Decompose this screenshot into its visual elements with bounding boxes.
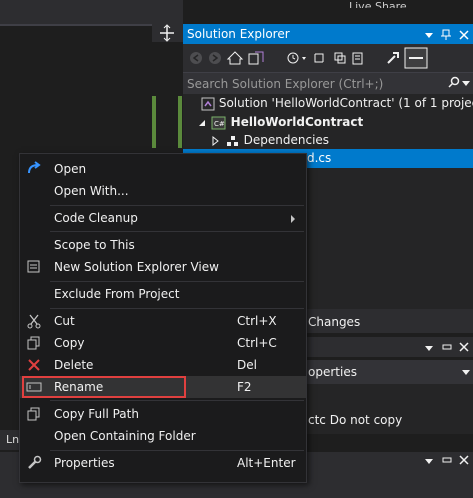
menu-item-properties[interactable]: Properties Alt+Enter	[20, 452, 306, 474]
solution-icon	[201, 97, 215, 111]
properties-row[interactable]: ctc Do not copy	[305, 412, 473, 430]
search-icon[interactable]	[448, 76, 460, 88]
menu-shortcut: Alt+Enter	[237, 456, 296, 470]
switch-views-icon[interactable]	[248, 51, 264, 65]
expanded-arrow-icon[interactable]	[197, 118, 207, 128]
new-view-icon	[26, 259, 42, 275]
submenu-arrow-icon	[290, 215, 296, 223]
csharp-project-icon: C#	[211, 116, 227, 130]
wrench-icon	[26, 455, 42, 471]
pin-icon[interactable]	[442, 455, 452, 465]
tree-row-dependencies[interactable]: Dependencies	[210, 131, 329, 150]
svg-text:C#: C#	[214, 120, 225, 128]
menu-label: Properties	[54, 456, 115, 470]
close-icon[interactable]	[459, 30, 469, 40]
dropdown-arrow-icon[interactable]	[462, 368, 470, 376]
properties-object-selector[interactable]: operties	[305, 360, 473, 384]
split-icon	[160, 24, 174, 42]
menu-label: Cut	[54, 314, 75, 328]
dropdown-arrow-icon[interactable]	[424, 456, 434, 466]
menu-label: Open With...	[54, 184, 129, 198]
live-share-label[interactable]: Live Share	[349, 0, 473, 8]
menu-label: Delete	[54, 358, 94, 372]
menu-label: Code Cleanup	[54, 211, 138, 225]
split-editor-button[interactable]	[152, 24, 183, 42]
solution-explorer-toolbar	[183, 44, 473, 72]
menu-label: Exclude From Project	[54, 287, 180, 301]
menu-item-delete[interactable]: Delete Del	[20, 354, 306, 376]
collapsed-arrow-icon[interactable]	[210, 135, 220, 146]
close-icon[interactable]	[459, 342, 469, 352]
editor-tab-strip	[0, 0, 183, 24]
scissors-icon	[26, 313, 42, 329]
copy-icon	[26, 406, 42, 422]
menu-label: Open	[54, 162, 87, 176]
change-marker	[152, 96, 156, 148]
pin-icon[interactable]	[442, 342, 452, 352]
menu-item-exclude-from-project[interactable]: Exclude From Project	[20, 283, 306, 305]
menu-label: Open Containing Folder	[54, 429, 196, 443]
dependencies-icon	[224, 134, 240, 148]
menu-shortcut: Del	[237, 358, 257, 372]
menu-item-cut[interactable]: Cut Ctrl+X	[20, 310, 306, 332]
tree-label: HelloWorldContract	[230, 115, 364, 129]
menu-item-open[interactable]: Open	[20, 158, 306, 180]
menu-separator	[50, 400, 304, 401]
context-menu: Open Open With... Code Cleanup Scope to …	[19, 153, 307, 483]
solution-explorer-search-input[interactable]: Search Solution Explorer (Ctrl+;)	[183, 72, 473, 94]
menu-shortcut: F2	[237, 380, 252, 394]
menu-item-scope-to-this[interactable]: Scope to This	[20, 234, 306, 256]
menu-shortcut: Ctrl+C	[237, 336, 277, 350]
dropdown-arrow-icon[interactable]	[424, 30, 434, 40]
delete-x-icon	[26, 357, 42, 373]
back-icon[interactable]	[190, 52, 202, 64]
collapse-all-icon[interactable]	[334, 52, 346, 64]
rename-highlight-outline	[22, 376, 186, 398]
menu-separator	[50, 308, 304, 309]
menu-shortcut: Ctrl+X	[237, 314, 277, 328]
preview-icon[interactable]	[404, 47, 428, 69]
forward-icon[interactable]	[209, 52, 221, 64]
pending-changes-icon[interactable]	[287, 52, 306, 64]
change-marker	[178, 96, 182, 148]
tree-row-project[interactable]: C# HelloWorldContract	[197, 113, 363, 132]
menu-label: Copy	[54, 336, 85, 350]
close-icon[interactable]	[459, 455, 469, 465]
sync-icon[interactable]	[314, 53, 324, 63]
dropdown-arrow-icon[interactable]	[424, 343, 434, 353]
properties-wrench-icon[interactable]	[387, 52, 399, 64]
menu-item-open-containing-folder[interactable]: Open Containing Folder	[20, 425, 306, 447]
menu-label: New Solution Explorer View	[54, 260, 219, 274]
menu-item-open-with[interactable]: Open With...	[20, 180, 306, 202]
menu-label: Copy Full Path	[54, 407, 139, 421]
tree-label: Solution 'HelloWorldContract' (1 of 1 pr…	[218, 96, 473, 110]
tree-label: d.cs	[307, 151, 332, 165]
menu-separator	[50, 450, 304, 451]
menu-separator	[50, 205, 304, 206]
menu-separator	[50, 281, 304, 282]
pin-icon[interactable]	[441, 29, 451, 41]
show-all-files-icon[interactable]	[352, 52, 363, 65]
tree-label: Dependencies	[243, 133, 330, 147]
menu-item-new-solution-explorer-view[interactable]: New Solution Explorer View	[20, 256, 306, 278]
tree-row-solution[interactable]: Solution 'HelloWorldContract' (1 of 1 pr…	[201, 94, 473, 113]
menu-separator	[50, 231, 304, 232]
editor-tab[interactable]	[0, 24, 152, 40]
open-icon	[26, 161, 42, 177]
copy-icon	[26, 335, 42, 351]
dropdown-arrow-icon[interactable]	[462, 79, 470, 87]
tree-row-file[interactable]: d.cs	[307, 149, 331, 168]
home-icon[interactable]	[226, 51, 244, 65]
menu-item-copy[interactable]: Copy Ctrl+C	[20, 332, 306, 354]
line-indicator: Ln	[0, 430, 20, 450]
git-changes-tab[interactable]: Changes	[305, 309, 473, 333]
menu-item-copy-full-path[interactable]: Copy Full Path	[20, 403, 306, 425]
menu-label: Scope to This	[54, 238, 135, 252]
menu-item-code-cleanup[interactable]: Code Cleanup	[20, 207, 306, 229]
